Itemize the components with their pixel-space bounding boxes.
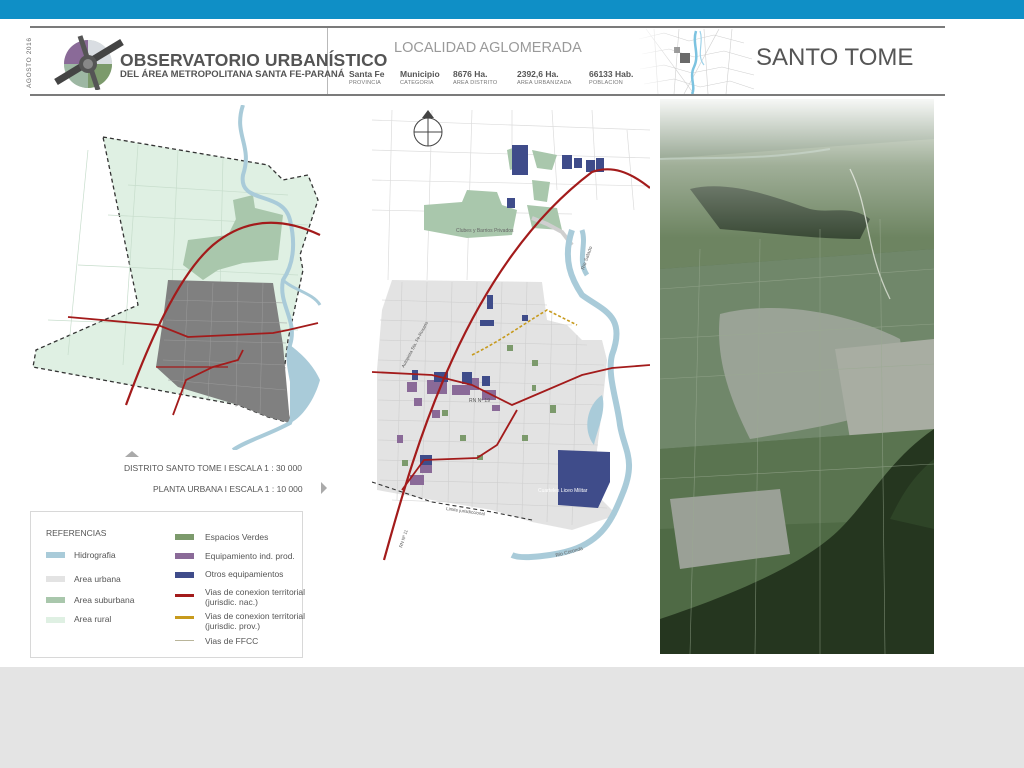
- swatch-otros-equipamientos: [175, 572, 194, 578]
- urban-plan-map: Clubes y Barrios Privados Rio Salado RN …: [372, 110, 650, 561]
- district-map: [32, 105, 322, 450]
- scale-marker-up: [125, 451, 139, 457]
- stat-area-urbanizada: 2392,6 Ha. AREA URBANIZADA: [517, 69, 572, 86]
- footer-band: [0, 667, 1024, 768]
- legend-equipamiento-ind: Equipamiento ind. prod.: [205, 551, 295, 561]
- swatch-hidrografia: [46, 552, 65, 558]
- legend-vias-nac: Vias de conexion territorial (jurisdic. n…: [205, 587, 306, 607]
- swatch-vias-nac: [175, 594, 194, 597]
- swatch-vias-prov: [175, 616, 194, 619]
- top-bar: [0, 0, 1024, 19]
- observatorio-logo: [54, 35, 124, 90]
- swatch-area-suburbana: [46, 597, 65, 603]
- district-scale-label: DISTRITO SANTO TOME I ESCALA 1 : 30 000: [124, 463, 302, 473]
- cuarteles-block: [558, 450, 610, 508]
- swatch-equipamiento-ind: [175, 553, 194, 559]
- header-top-rule: [30, 26, 945, 28]
- aerial-photo: [660, 99, 934, 654]
- label-rn11: RN Nº 11: [398, 529, 409, 549]
- city-name: SANTO TOME: [756, 44, 914, 71]
- scale-marker-right: [321, 482, 327, 494]
- stat-poblacion: 66133 Hab. POBLACION: [589, 69, 634, 86]
- stat-provincia: Santa Fe PROVINCIA: [349, 69, 385, 86]
- legend-otros-equipamientos: Otros equipamientos: [205, 569, 284, 579]
- legend-hidrografia: Hidrografia: [74, 550, 116, 560]
- label-clubes: Clubes y Barrios Privados: [456, 228, 514, 234]
- legend-area-suburbana: Area suburbana: [74, 595, 135, 605]
- legend-title: REFERENCIAS: [46, 528, 107, 538]
- urban-scale-label: PLANTA URBANA I ESCALA 1 : 10 000: [153, 484, 303, 494]
- swatch-area-rural: [46, 617, 65, 623]
- region-locator-map: [634, 29, 756, 94]
- swatch-area-urbana: [46, 576, 65, 582]
- org-title: OBSERVATORIO URBANÍSTICO: [120, 50, 388, 70]
- legend-vias-ffcc: Vias de FFCC: [205, 636, 259, 646]
- stat-area-distrito: 8676 Ha. AREA DISTRITO: [453, 69, 498, 86]
- legend-vias-prov: Vias de conexion territorial (jurisdic. p…: [205, 611, 306, 631]
- legend-espacios-verdes: Espacios Verdes: [205, 532, 269, 542]
- swatch-vias-ffcc: [175, 640, 194, 641]
- stat-categoria: Municipio CATEGORIA: [400, 69, 440, 86]
- legend-area-rural: Area rural: [74, 614, 112, 624]
- org-subtitle: DEL ÁREA METROPOLITANA SANTA FE-PARANÁ: [120, 69, 345, 80]
- label-rn19: RN Nº 19: [469, 398, 490, 404]
- swatch-espacios-verdes: [175, 534, 194, 540]
- header-bottom-rule: [30, 94, 945, 96]
- date-label: AGOSTO 2016: [26, 37, 33, 88]
- locality-type: LOCALIDAD AGLOMERADA: [394, 40, 582, 56]
- legend-area-urbana: Area urbana: [74, 574, 121, 584]
- label-cuarteles: Cuarteles Liceo Militar: [538, 488, 588, 494]
